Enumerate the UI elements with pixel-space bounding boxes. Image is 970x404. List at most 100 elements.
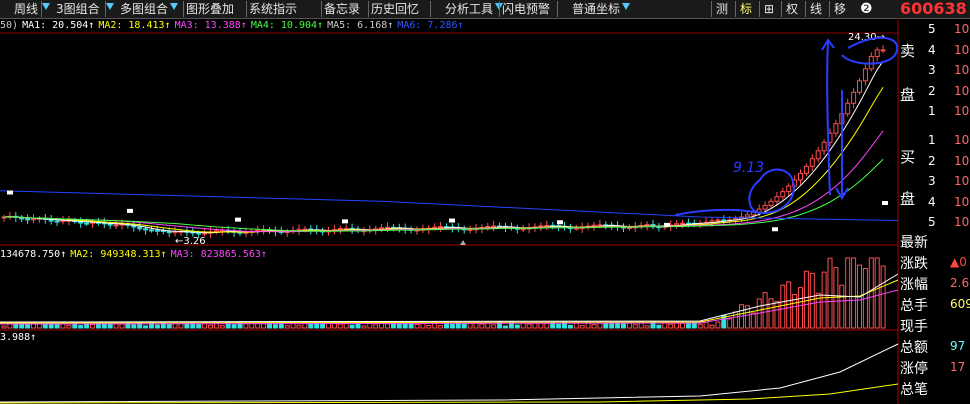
order-level-value: 10	[954, 194, 970, 209]
volume-bar	[827, 257, 833, 329]
volume-bar	[609, 322, 615, 329]
order-level-value: 10	[954, 133, 970, 147]
order-level: 4	[928, 194, 936, 209]
volume-bar	[90, 324, 95, 329]
candle-body	[680, 222, 685, 225]
volume-bar	[449, 323, 455, 329]
volume-bar	[697, 323, 703, 329]
order-level: 2	[928, 83, 936, 98]
candle-body	[137, 226, 143, 230]
order-level: 1	[928, 104, 936, 119]
candle-body	[491, 225, 497, 228]
stat-label: 总额	[900, 340, 928, 356]
volume-bar	[119, 323, 125, 329]
ma-marker	[7, 190, 13, 195]
volume-bar	[503, 325, 508, 329]
candle-body	[809, 158, 815, 167]
candle-body	[880, 49, 886, 52]
stat-label: 涨跌	[900, 256, 928, 272]
ma-marker	[449, 218, 455, 223]
stat-value: ▲0	[950, 255, 967, 269]
candle-body	[337, 228, 343, 231]
volume-bar	[385, 323, 390, 329]
volume-bar	[361, 325, 367, 329]
volume-bar	[402, 323, 408, 329]
volume-bar	[615, 322, 621, 329]
volume-bar	[703, 321, 709, 329]
volume-bar	[880, 265, 886, 329]
order-level-value: 10	[954, 104, 970, 119]
volume-bar	[727, 318, 733, 329]
volume-bar	[774, 300, 780, 329]
candle-body	[113, 224, 119, 227]
volume-bar	[833, 267, 839, 329]
candle-body	[715, 219, 721, 222]
stat-label: 最新	[900, 235, 928, 251]
candle-body	[862, 68, 868, 82]
order-level-value: 10	[954, 174, 970, 189]
volume-bar	[680, 322, 685, 329]
annotation-text: 9.13	[733, 160, 764, 176]
volume-bar	[709, 324, 715, 329]
volume-bar	[750, 312, 756, 329]
candle-body	[780, 191, 786, 198]
candle-body	[202, 232, 208, 235]
volume-bar	[296, 324, 302, 329]
volume-bar	[13, 324, 19, 329]
sell-label: 盘	[900, 86, 916, 104]
volume-bar	[78, 325, 84, 329]
order-level: 4	[928, 42, 936, 57]
candle-body	[149, 229, 154, 232]
candle-body	[815, 150, 821, 160]
ma-marker	[127, 208, 133, 213]
volume-bar	[219, 325, 225, 329]
ma-marker	[557, 220, 563, 225]
volume-bar	[131, 324, 137, 329]
stat-value: 17	[950, 360, 966, 374]
candle-body	[845, 102, 851, 115]
volume-bar	[668, 323, 674, 329]
stat-value: 609	[950, 297, 970, 311]
candle-body	[25, 218, 31, 221]
candle-body	[166, 230, 172, 234]
order-level: 3	[928, 174, 936, 189]
candle-body	[143, 228, 149, 231]
volume-bar	[154, 324, 160, 329]
order-level: 1	[928, 133, 936, 147]
volume-bar	[839, 284, 845, 329]
volume-bar	[426, 325, 432, 329]
volume-bar	[272, 324, 278, 329]
buy-label: 买	[900, 148, 916, 166]
sell-label: 卖	[900, 42, 916, 60]
kline-chart[interactable]: 24.30→←3.269.13	[0, 0, 970, 404]
candle-body	[379, 227, 385, 230]
volume-bar	[632, 324, 638, 329]
candle-body	[438, 226, 444, 229]
candle-body	[774, 196, 780, 202]
volume-bar	[803, 270, 809, 329]
buy-label: 盘	[900, 190, 916, 208]
volume-bar	[438, 324, 444, 329]
candle-body	[467, 228, 473, 231]
volume-bar	[66, 324, 72, 329]
candle-body	[674, 223, 680, 226]
candle-body	[762, 204, 768, 210]
volume-bar	[579, 325, 585, 329]
candle-body	[255, 229, 261, 232]
candle-body	[84, 222, 90, 225]
amount-line	[0, 343, 899, 403]
volume-bar	[54, 323, 60, 329]
candle-body	[768, 200, 774, 206]
candle-body	[538, 225, 544, 228]
volume-bar	[196, 323, 202, 329]
candle-body	[874, 49, 880, 57]
volume-bar	[715, 321, 721, 329]
volume-bar	[479, 323, 485, 329]
volume-bar	[591, 324, 597, 329]
volume-bar	[556, 323, 562, 329]
volume-bar	[821, 271, 827, 329]
volume-bar	[762, 292, 768, 329]
volume-bar	[656, 324, 662, 329]
ma-marker	[882, 201, 888, 205]
volume-bar	[685, 322, 691, 329]
